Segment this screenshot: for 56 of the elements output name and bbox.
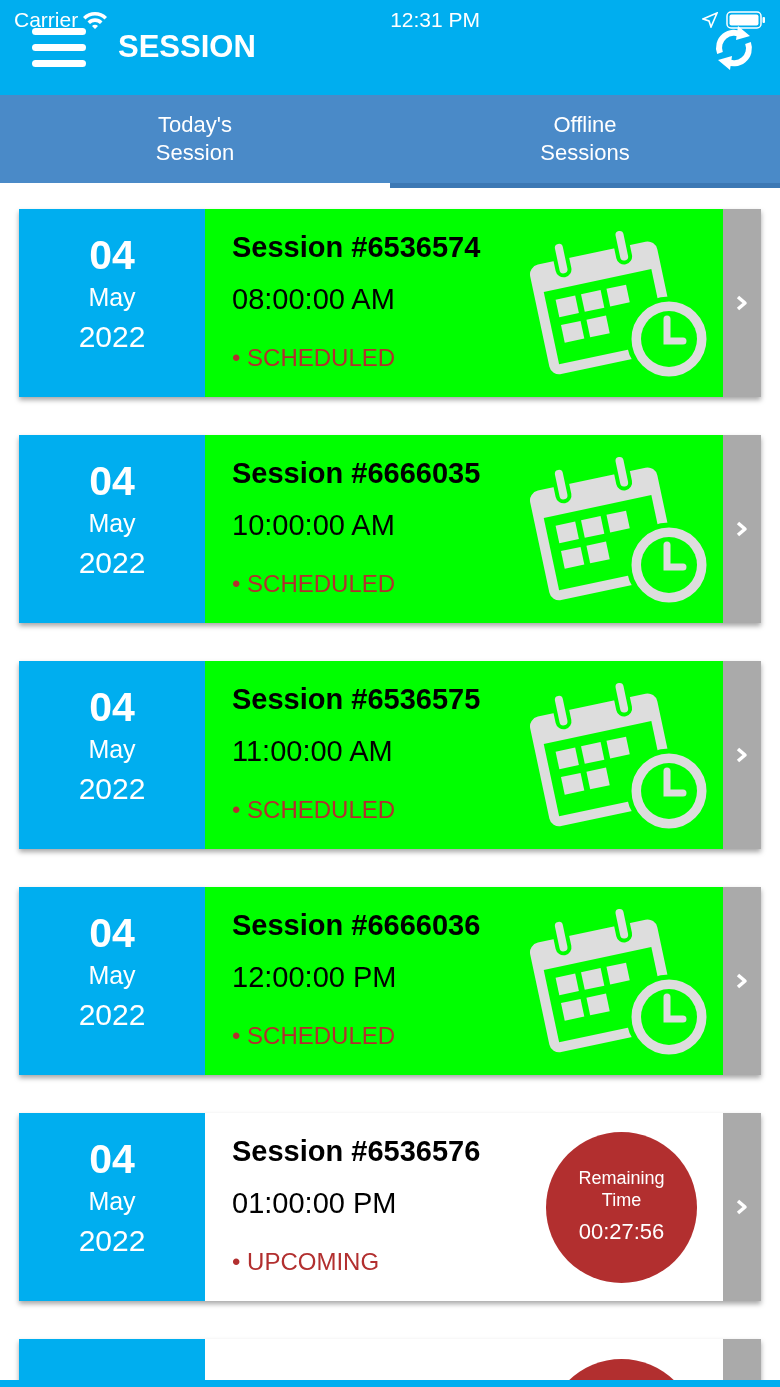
location-arrow-icon [702, 12, 718, 28]
chevron-right-icon [735, 1198, 749, 1216]
session-title: Session #6536574 [232, 230, 482, 264]
carrier-label: Carrier [14, 7, 79, 34]
chevron-right-icon [735, 520, 749, 538]
page-title: SESSION [118, 28, 256, 67]
session-status: • SCHEDULED [232, 795, 397, 825]
session-card[interactable]: 04 May 2022 Session #6536575 11:00:00 AM • SCHEDULED [19, 661, 761, 849]
session-title: Session #6666036 [232, 908, 482, 942]
date-year: 2022 [77, 997, 147, 1033]
battery-icon [726, 10, 766, 30]
tab[interactable]: Today's Session [0, 95, 390, 188]
session-title: Session #6536576 [232, 1134, 482, 1168]
wifi-icon [82, 10, 109, 30]
session-status: • SCHEDULED [232, 569, 397, 599]
chevron-button[interactable] [723, 209, 761, 397]
date-month: May [87, 734, 137, 765]
date-year: 2022 [77, 771, 147, 807]
date-month: May [87, 960, 137, 991]
session-card[interactable]: 04 May 2022 Session #6666035 10:00:00 AM • SCHEDULED [19, 435, 761, 623]
date-day: 04 [19, 233, 205, 277]
date-month: May [87, 508, 137, 539]
chevron-right-icon [735, 294, 749, 312]
session-title: Session #6666035 [232, 456, 482, 490]
chevron-button[interactable] [723, 435, 761, 623]
date-year: 2022 [77, 545, 147, 581]
chevron-right-icon [735, 746, 749, 764]
session-title: Session #6536575 [232, 682, 482, 716]
date-year: 2022 [77, 1223, 147, 1259]
date-day: 04 [19, 911, 205, 955]
session-status: • SCHEDULED [232, 343, 397, 373]
tab[interactable]: Offline Sessions [390, 95, 780, 188]
session-time: 10:00:00 AM [232, 508, 396, 542]
date-day: 04 [19, 685, 205, 729]
chevron-button[interactable] [723, 1113, 761, 1301]
date-day: 04 [19, 459, 205, 503]
date-day: 04 [19, 1137, 205, 1181]
session-time: 12:00:00 PM [232, 960, 398, 994]
chevron-button[interactable] [723, 887, 761, 1075]
session-card[interactable]: 04 May 2022 Session #6536574 08:00:00 AM • SCHEDULED [19, 209, 761, 397]
chevron-right-icon [735, 972, 749, 990]
session-status: • SCHEDULED [232, 1021, 397, 1051]
session-card[interactable]: 04 May 2022 Session #6536576 01:00:00 PM • UPCOMING Remaining Time 00:27:56 [19, 1113, 761, 1301]
chevron-button[interactable] [723, 661, 761, 849]
session-time: 11:00:00 AM [232, 734, 394, 768]
session-time: 08:00:00 AM [232, 282, 396, 316]
session-card[interactable]: 04 May 2022 Session #6666036 12:00:00 PM • SCHEDULED [19, 887, 761, 1075]
menu-icon[interactable] [32, 25, 86, 70]
session-status: • UPCOMING [232, 1247, 381, 1277]
clock-time: 12:31 PM [390, 7, 481, 34]
date-month: May [87, 1186, 137, 1217]
date-year: 2022 [77, 319, 147, 355]
session-time: 01:00:00 PM [232, 1186, 398, 1220]
remaining-label: Remaining Time [577, 1166, 666, 1211]
remaining-time: 00:27:56 [577, 1217, 666, 1246]
date-month: May [87, 282, 137, 313]
